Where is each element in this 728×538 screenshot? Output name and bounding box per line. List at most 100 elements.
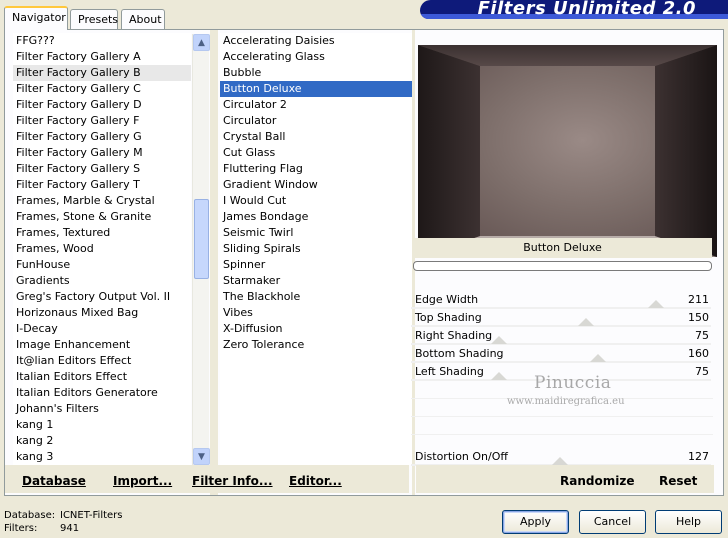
category-item[interactable]: Johann's Filters [13, 401, 191, 417]
param-thumb[interactable] [491, 372, 507, 380]
param-slider[interactable]: Right Shading 75 [411, 327, 713, 345]
category-item[interactable]: Greg's Factory Output Vol. II [13, 289, 191, 305]
category-item[interactable]: FunHouse [13, 257, 191, 273]
param-value: 211 [688, 293, 709, 306]
param-label: Right Shading [415, 329, 493, 342]
param-thumb[interactable] [648, 300, 664, 308]
filter-item[interactable]: Circulator 2 [220, 97, 412, 113]
filter-info-button[interactable]: Filter Info... [192, 474, 273, 488]
category-item[interactable]: Filter Factory Gallery S [13, 161, 191, 177]
category-item[interactable]: Frames, Wood [13, 241, 191, 257]
filter-item[interactable]: Cut Glass [220, 145, 412, 161]
category-item[interactable]: Filter Factory Gallery B [13, 65, 191, 81]
category-item[interactable]: Frames, Textured [13, 225, 191, 241]
filter-item[interactable]: Sliding Spirals [220, 241, 412, 257]
banner: Filters Unlimited 2.0 [420, 0, 728, 19]
filter-item[interactable]: Crystal Ball [220, 129, 412, 145]
tab-navigator-label: Navigator [12, 11, 66, 24]
editor-button[interactable]: Editor... [289, 474, 342, 488]
param-value: 75 [695, 365, 709, 378]
category-item[interactable]: Italian Editors Effect [13, 369, 191, 385]
category-list[interactable]: FFG??? Filter Factory Gallery A Filter Fac… [13, 33, 191, 465]
param-thumb[interactable] [590, 354, 606, 362]
param-label: Distortion On/Off [415, 450, 508, 463]
category-item[interactable]: FFG??? [13, 33, 191, 49]
filter-item[interactable]: Zero Tolerance [220, 337, 412, 353]
tab-about[interactable]: About [121, 9, 165, 29]
category-item[interactable]: Frames, Marble & Crystal [13, 193, 191, 209]
watermark-name: Pinuccia [534, 373, 612, 393]
status-database-label: Database: [4, 510, 56, 521]
filter-title: Button Deluxe [413, 238, 712, 258]
category-scrollbar[interactable]: ▲ ▼ [192, 34, 210, 465]
category-item[interactable]: kang 2 [13, 433, 191, 449]
filter-item[interactable]: Spinner [220, 257, 412, 273]
database-button[interactable]: Database [22, 474, 86, 488]
category-item[interactable]: Filter Factory Gallery C [13, 81, 191, 97]
filter-item[interactable]: I Would Cut [220, 193, 412, 209]
status-filters-label: Filters: [4, 523, 38, 534]
param-thumb[interactable] [578, 318, 594, 326]
param-slider[interactable]: Bottom Shading 160 [411, 345, 713, 363]
param-value: 150 [688, 311, 709, 324]
category-item[interactable]: kang 1 [13, 417, 191, 433]
param-slider[interactable]: Distortion On/Off 127 [411, 448, 713, 466]
progress-bar [413, 261, 712, 271]
scroll-thumb[interactable] [194, 199, 209, 279]
cancel-button[interactable]: Cancel [579, 510, 646, 534]
tab-navigator[interactable]: Navigator [4, 6, 68, 30]
param-thumb[interactable] [552, 457, 568, 465]
filter-item[interactable]: Fluttering Flag [220, 161, 412, 177]
param-slider[interactable]: Edge Width 211 [411, 291, 713, 309]
param-label: Edge Width [415, 293, 479, 306]
status-filters: Filters: 941 [4, 523, 79, 534]
filter-item[interactable]: Seismic Twirl [220, 225, 412, 241]
filter-list[interactable]: Accelerating Daisies Accelerating Glass Bu… [220, 33, 412, 465]
category-item[interactable]: Filter Factory Gallery F [13, 113, 191, 129]
help-button[interactable]: Help [655, 510, 722, 534]
category-item[interactable]: I-Decay [13, 321, 191, 337]
preview-image [418, 45, 717, 257]
filter-item[interactable]: Gradient Window [220, 177, 412, 193]
reset-button[interactable]: Reset [659, 474, 697, 488]
import-button[interactable]: Import... [113, 474, 172, 488]
tab-presets[interactable]: Presets [70, 9, 118, 29]
filter-item[interactable]: Accelerating Daisies [220, 33, 412, 49]
category-item[interactable]: Filter Factory Gallery T [13, 177, 191, 193]
filter-item[interactable]: James Bondage [220, 209, 412, 225]
status-filters-value: 941 [60, 523, 80, 534]
filter-item[interactable]: Vibes [220, 305, 412, 321]
randomize-button[interactable]: Randomize [560, 474, 634, 488]
category-item[interactable]: kang 3 [13, 449, 191, 465]
category-item[interactable]: Filter Factory Gallery D [13, 97, 191, 113]
filter-preview [418, 45, 717, 257]
filter-item[interactable]: Circulator [220, 113, 412, 129]
status-database-value: ICNET-Filters [60, 510, 123, 521]
param-slider[interactable]: Top Shading 150 [411, 309, 713, 327]
category-item[interactable]: Image Enhancement [13, 337, 191, 353]
status-database: Database: ICNET-Filters [4, 510, 123, 521]
scroll-up-icon[interactable]: ▲ [193, 34, 210, 51]
filter-item[interactable]: Bubble [220, 65, 412, 81]
tab-presets-label: Presets [78, 13, 119, 26]
category-item[interactable]: Italian Editors Generatore [13, 385, 191, 401]
category-item[interactable]: It@lian Editors Effect [13, 353, 191, 369]
filter-item[interactable]: Button Deluxe [220, 81, 412, 97]
param-label: Top Shading [415, 311, 482, 324]
category-item[interactable]: Filter Factory Gallery M [13, 145, 191, 161]
filter-item[interactable]: Accelerating Glass [220, 49, 412, 65]
filter-item[interactable]: Starmaker [220, 273, 412, 289]
filter-item[interactable]: The Blackhole [220, 289, 412, 305]
category-item[interactable]: Gradients [13, 273, 191, 289]
category-item[interactable]: Horizonaus Mixed Bag [13, 305, 191, 321]
tab-about-label: About [129, 13, 162, 26]
param-thumb[interactable] [491, 336, 507, 344]
category-item[interactable]: Filter Factory Gallery G [13, 129, 191, 145]
category-item[interactable]: Frames, Stone & Granite [13, 209, 191, 225]
scroll-down-icon[interactable]: ▼ [193, 448, 210, 465]
apply-button[interactable]: Apply [502, 510, 569, 534]
param-empty-row [411, 417, 713, 435]
param-value: 127 [688, 450, 709, 463]
filter-item[interactable]: X-Diffusion [220, 321, 412, 337]
category-item[interactable]: Filter Factory Gallery A [13, 49, 191, 65]
